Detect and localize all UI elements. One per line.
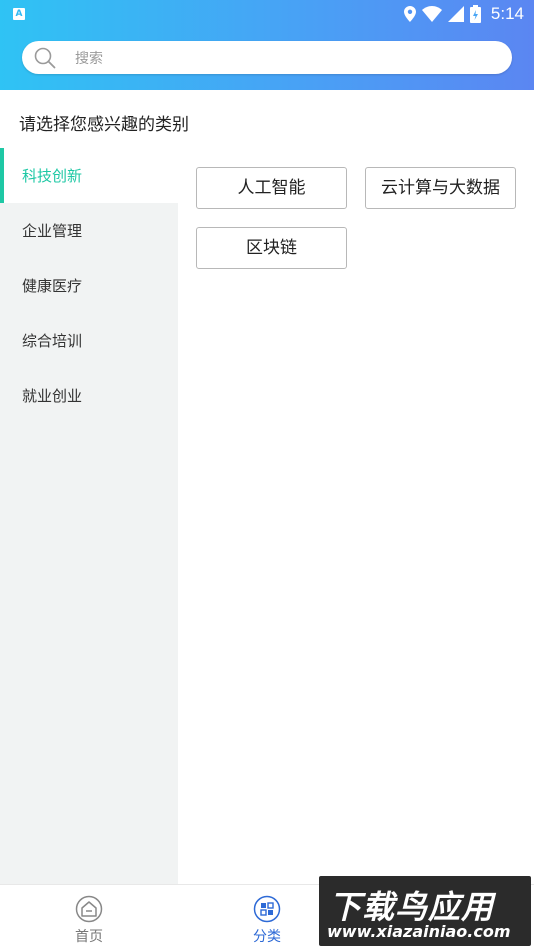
nav-category-label: 分类 <box>253 929 281 945</box>
search-icon <box>34 47 56 69</box>
home-icon <box>75 895 103 923</box>
sidebar-item-label: 健康医疗 <box>22 277 83 295</box>
nav-category[interactable]: 分类 <box>227 885 307 950</box>
sidebar-item-business-management[interactable]: 企业管理 <box>0 203 178 258</box>
sidebar-item-general-training[interactable]: 综合培训 <box>0 313 178 368</box>
page-title: 请选择您感兴趣的类别 <box>19 115 189 135</box>
status-icons: 5:14 <box>403 3 524 25</box>
screen: A 5:14 搜索 请选择您感兴趣的类别 科技创新 企业管理 健康医疗 综合培训… <box>0 0 534 950</box>
nav-home[interactable]: 首页 <box>49 885 129 950</box>
signal-icon <box>447 6 464 22</box>
nav-home-label: 首页 <box>75 929 103 945</box>
sidebar-item-label: 企业管理 <box>22 222 83 240</box>
app-notification-icon: A <box>13 8 25 20</box>
watermark-logo: 下载鸟应用 www.xiazainiao.com <box>319 876 531 946</box>
clock: 5:14 <box>490 4 524 23</box>
category-sidebar: 科技创新 企业管理 健康医疗 综合培训 就业创业 <box>0 148 178 884</box>
status-bar: A 5:14 <box>0 0 534 28</box>
tag-blockchain[interactable]: 区块链 <box>196 227 347 269</box>
sidebar-item-label: 就业创业 <box>22 387 83 405</box>
sidebar-item-label: 科技创新 <box>22 167 83 185</box>
sidebar-item-tech-innovation[interactable]: 科技创新 <box>0 148 178 203</box>
watermark-url: www.xiazainiao.com <box>327 922 511 941</box>
search-input[interactable]: 搜索 <box>75 48 103 68</box>
battery-icon <box>469 5 481 23</box>
tag-cloud-big-data[interactable]: 云计算与大数据 <box>365 167 516 209</box>
search-bar[interactable]: 搜索 <box>22 41 512 74</box>
sidebar-item-label: 综合培训 <box>22 332 83 350</box>
tag-ai[interactable]: 人工智能 <box>196 167 347 209</box>
wifi-icon <box>421 6 442 22</box>
sidebar-item-health-medical[interactable]: 健康医疗 <box>0 258 178 313</box>
header: A 5:14 搜索 <box>0 0 534 90</box>
sidebar-item-employment-startup[interactable]: 就业创业 <box>0 368 178 423</box>
category-icon <box>253 895 281 923</box>
location-icon <box>403 6 416 22</box>
